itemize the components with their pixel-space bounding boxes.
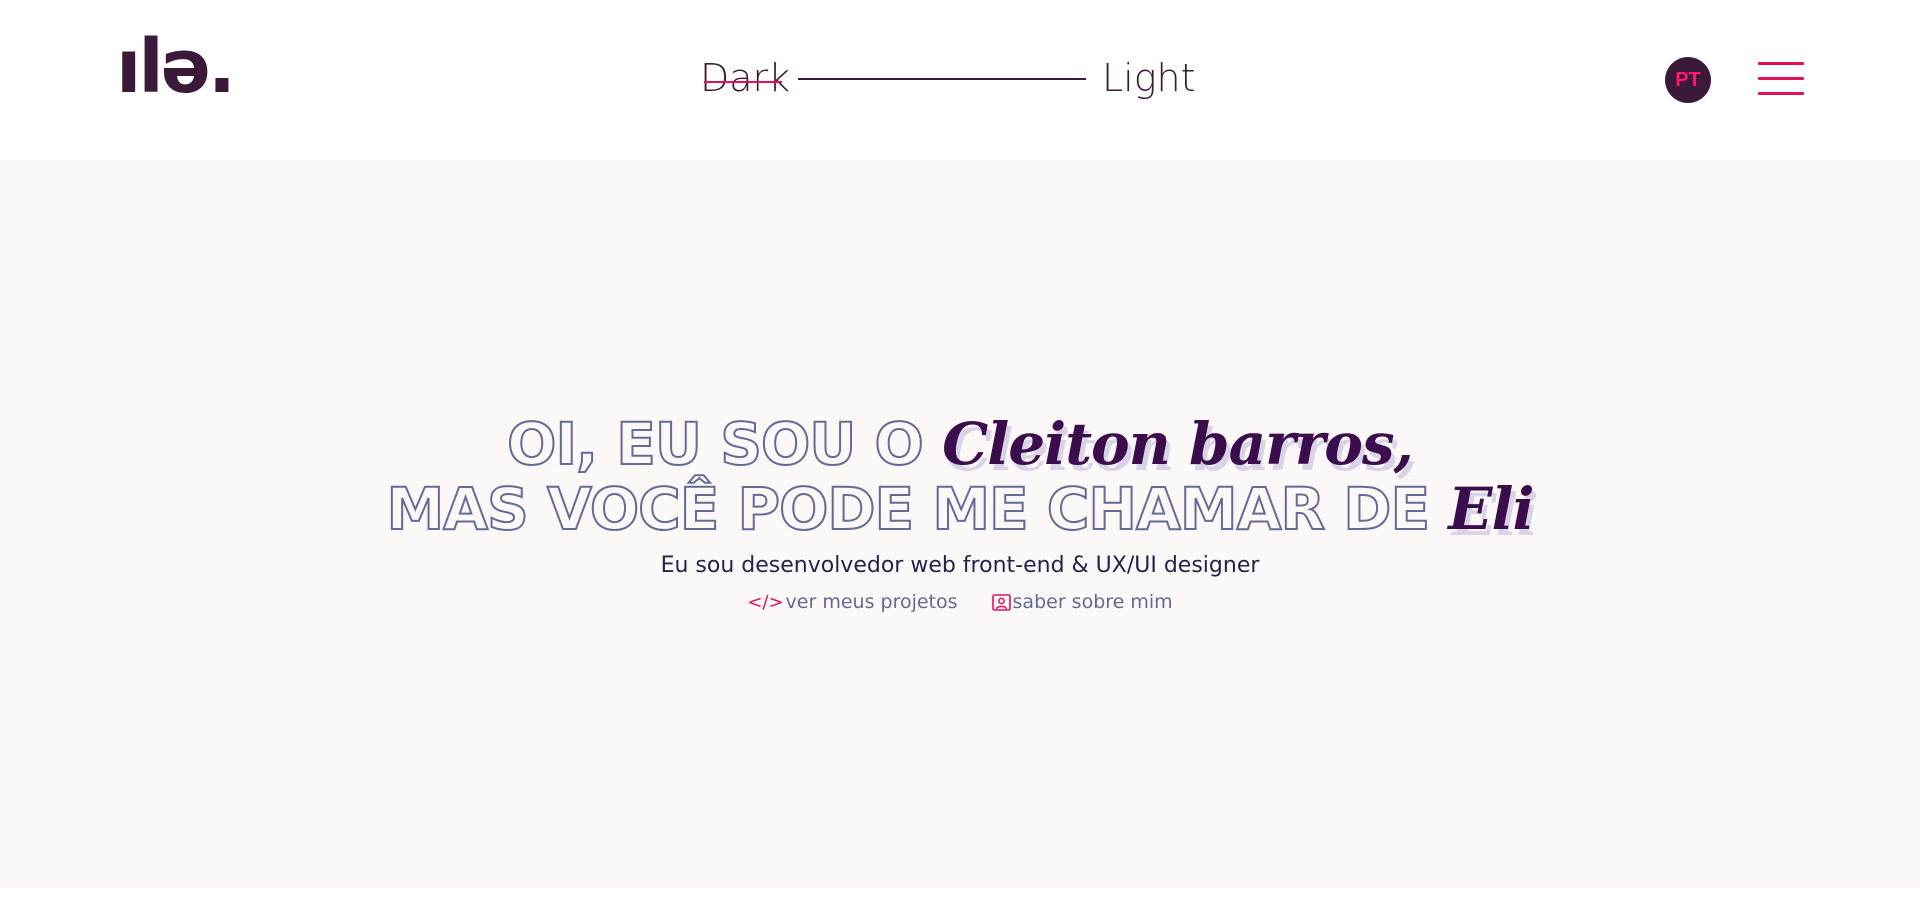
hero-links: </> ver meus projetos saber sobre mim: [0, 591, 1920, 613]
menu-bar: [1758, 77, 1804, 80]
nickname-intro-text: MAS VOCÊ PODE ME CHAMAR DE: [385, 475, 1449, 543]
name-script-text: Cleiton barros,: [942, 410, 1414, 478]
about-link[interactable]: saber sobre mim: [991, 591, 1173, 613]
hamburger-menu-icon[interactable]: [1758, 62, 1804, 98]
theme-dark-option[interactable]: Dark: [700, 56, 790, 102]
projects-link-label: ver meus projetos: [785, 591, 958, 613]
site-header: ılə. Dark Light PT: [0, 0, 1920, 160]
logo[interactable]: ılə.: [116, 30, 236, 104]
code-icon: </>: [747, 591, 784, 613]
user-card-icon: [991, 593, 1011, 611]
nickname-script-text: Eli: [1448, 475, 1534, 543]
theme-light-option[interactable]: Light: [1102, 56, 1196, 102]
greeting-text: OI, EU SOU O: [506, 410, 943, 478]
hero-heading-line-1: OI, EU SOU O Cleiton barros,: [0, 414, 1920, 474]
theme-switch-track[interactable]: [798, 78, 1086, 80]
about-link-label: saber sobre mim: [1012, 591, 1173, 613]
projects-link[interactable]: </> ver meus projetos: [747, 591, 957, 613]
hero-subtitle: Eu sou desenvolvedor web front-end & UX/…: [660, 553, 1260, 578]
menu-bar: [1758, 62, 1804, 65]
theme-dark-strikethrough: [704, 81, 782, 83]
language-button[interactable]: PT: [1665, 57, 1711, 103]
hero-section: OI, EU SOU O Cleiton barros, MAS VOCÊ PO…: [0, 160, 1920, 888]
menu-bar: [1758, 92, 1804, 95]
hero-heading-line-2: MAS VOCÊ PODE ME CHAMAR DE Eli: [0, 479, 1920, 539]
